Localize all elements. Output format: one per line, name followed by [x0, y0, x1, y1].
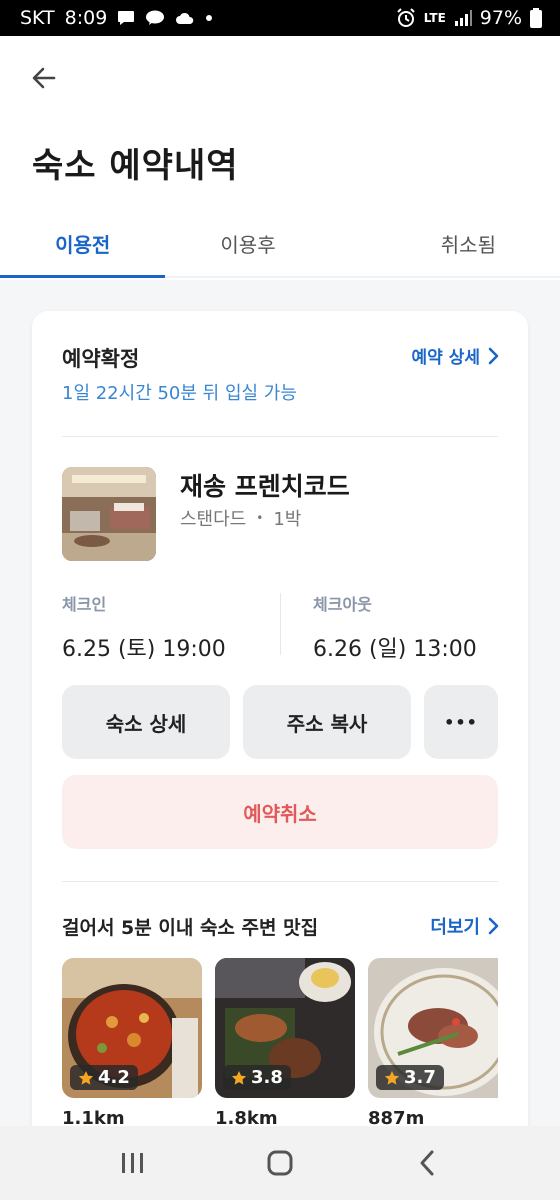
back-nav-button[interactable] — [397, 1133, 457, 1193]
reservation-detail-link[interactable]: 예약 상세 — [412, 343, 500, 368]
rating-badge: 3.8 — [223, 1065, 291, 1090]
star-icon — [231, 1070, 247, 1085]
tab-upcoming[interactable]: 이용전 — [0, 210, 166, 278]
checkout-label: 체크아웃 — [313, 595, 372, 614]
message-icon — [117, 10, 135, 26]
restaurant-card[interactable]: 3.7 887m — [368, 958, 498, 1129]
cloud-icon — [175, 11, 195, 25]
network-label: LTE — [423, 11, 446, 25]
hotel-detail-button[interactable]: 숙소 상세 — [62, 685, 230, 759]
checkout-block: 체크아웃 6.26 (일) 13:00 — [313, 591, 477, 663]
nearby-restaurants-title: 걸어서 5분 이내 숙소 주변 맛집 — [62, 917, 319, 939]
detail-link-label: 예약 상세 — [411, 348, 480, 368]
back-button[interactable] — [26, 60, 62, 96]
status-bar: SKT 8:09 LTE 97% — [0, 0, 560, 36]
system-nav-bar — [0, 1126, 560, 1200]
tab-bar: 이용전 이용후 취소됨 — [0, 210, 560, 278]
rating-badge: 4.2 — [70, 1065, 138, 1090]
rating-value: 3.7 — [404, 1067, 436, 1088]
reservation-card: 예약확정 예약 상세 1일 22시간 50분 뒤 입실 가능 재송 프렌치코드 … — [32, 311, 528, 1200]
more-options-button[interactable]: ••• — [424, 685, 498, 759]
restaurant-image: 4.2 — [62, 958, 202, 1098]
checkin-block: 체크인 6.25 (토) 19:00 — [62, 591, 226, 663]
divider — [62, 881, 498, 882]
chevron-right-icon — [488, 917, 499, 935]
clock: 8:09 — [64, 7, 108, 29]
hotel-room-image — [62, 467, 156, 561]
restaurant-image: 3.7 — [368, 958, 498, 1098]
vertical-divider — [280, 593, 281, 655]
separator-dot: • — [256, 511, 264, 525]
recent-apps-icon — [122, 1153, 144, 1173]
signal-icon — [454, 10, 472, 26]
restaurant-card[interactable]: 3.8 1.8km — [215, 958, 355, 1129]
star-icon — [384, 1070, 400, 1085]
checkin-label: 체크인 — [62, 595, 107, 614]
copy-address-button[interactable]: 주소 복사 — [243, 685, 411, 759]
alarm-icon — [396, 8, 416, 28]
battery-icon — [530, 8, 542, 28]
divider — [62, 436, 498, 437]
rating-value: 4.2 — [98, 1067, 130, 1088]
tab-past[interactable]: 이용후 — [165, 210, 330, 276]
room-info: 스탠다드 • 1박 — [180, 505, 301, 531]
star-icon — [78, 1070, 94, 1085]
restaurant-card[interactable]: 4.2 1.1km — [62, 958, 202, 1129]
nearby-more-link[interactable]: 더보기 — [430, 913, 500, 939]
recent-apps-button[interactable] — [103, 1133, 163, 1193]
restaurant-image: 3.8 — [215, 958, 355, 1098]
checkout-value: 6.26 (일) 13:00 — [313, 637, 477, 662]
chevron-right-icon — [488, 347, 499, 364]
rating-badge: 3.7 — [376, 1065, 444, 1090]
more-link-label: 더보기 — [430, 917, 480, 938]
checkin-remaining-text: 1일 22시간 50분 뒤 입실 가능 — [62, 383, 297, 404]
cancel-reservation-button[interactable]: 예약취소 — [62, 775, 498, 849]
tab-cancelled[interactable]: 취소됨 — [331, 210, 560, 276]
arrow-left-icon — [32, 67, 56, 89]
reservation-status: 예약확정 — [62, 347, 140, 371]
page-title: 숙소 예약내역 — [32, 146, 239, 186]
nights: 1박 — [273, 509, 302, 530]
carrier-label: SKT — [20, 7, 55, 29]
rating-value: 3.8 — [251, 1067, 283, 1088]
home-icon — [267, 1150, 293, 1176]
chevron-left-icon — [420, 1150, 434, 1176]
battery-label: 97% — [479, 7, 522, 29]
home-button[interactable] — [250, 1133, 310, 1193]
checkin-value: 6.25 (토) 19:00 — [62, 637, 226, 662]
hotel-thumbnail[interactable] — [62, 467, 156, 561]
restaurant-list: 4.2 1.1km 3.8 1.8km 3.7 887m — [62, 958, 498, 1138]
hotel-name: 재송 프렌치코드 — [180, 472, 350, 501]
room-type: 스탠다드 — [180, 509, 247, 530]
dot-icon — [205, 14, 213, 22]
talk-icon — [145, 10, 165, 26]
